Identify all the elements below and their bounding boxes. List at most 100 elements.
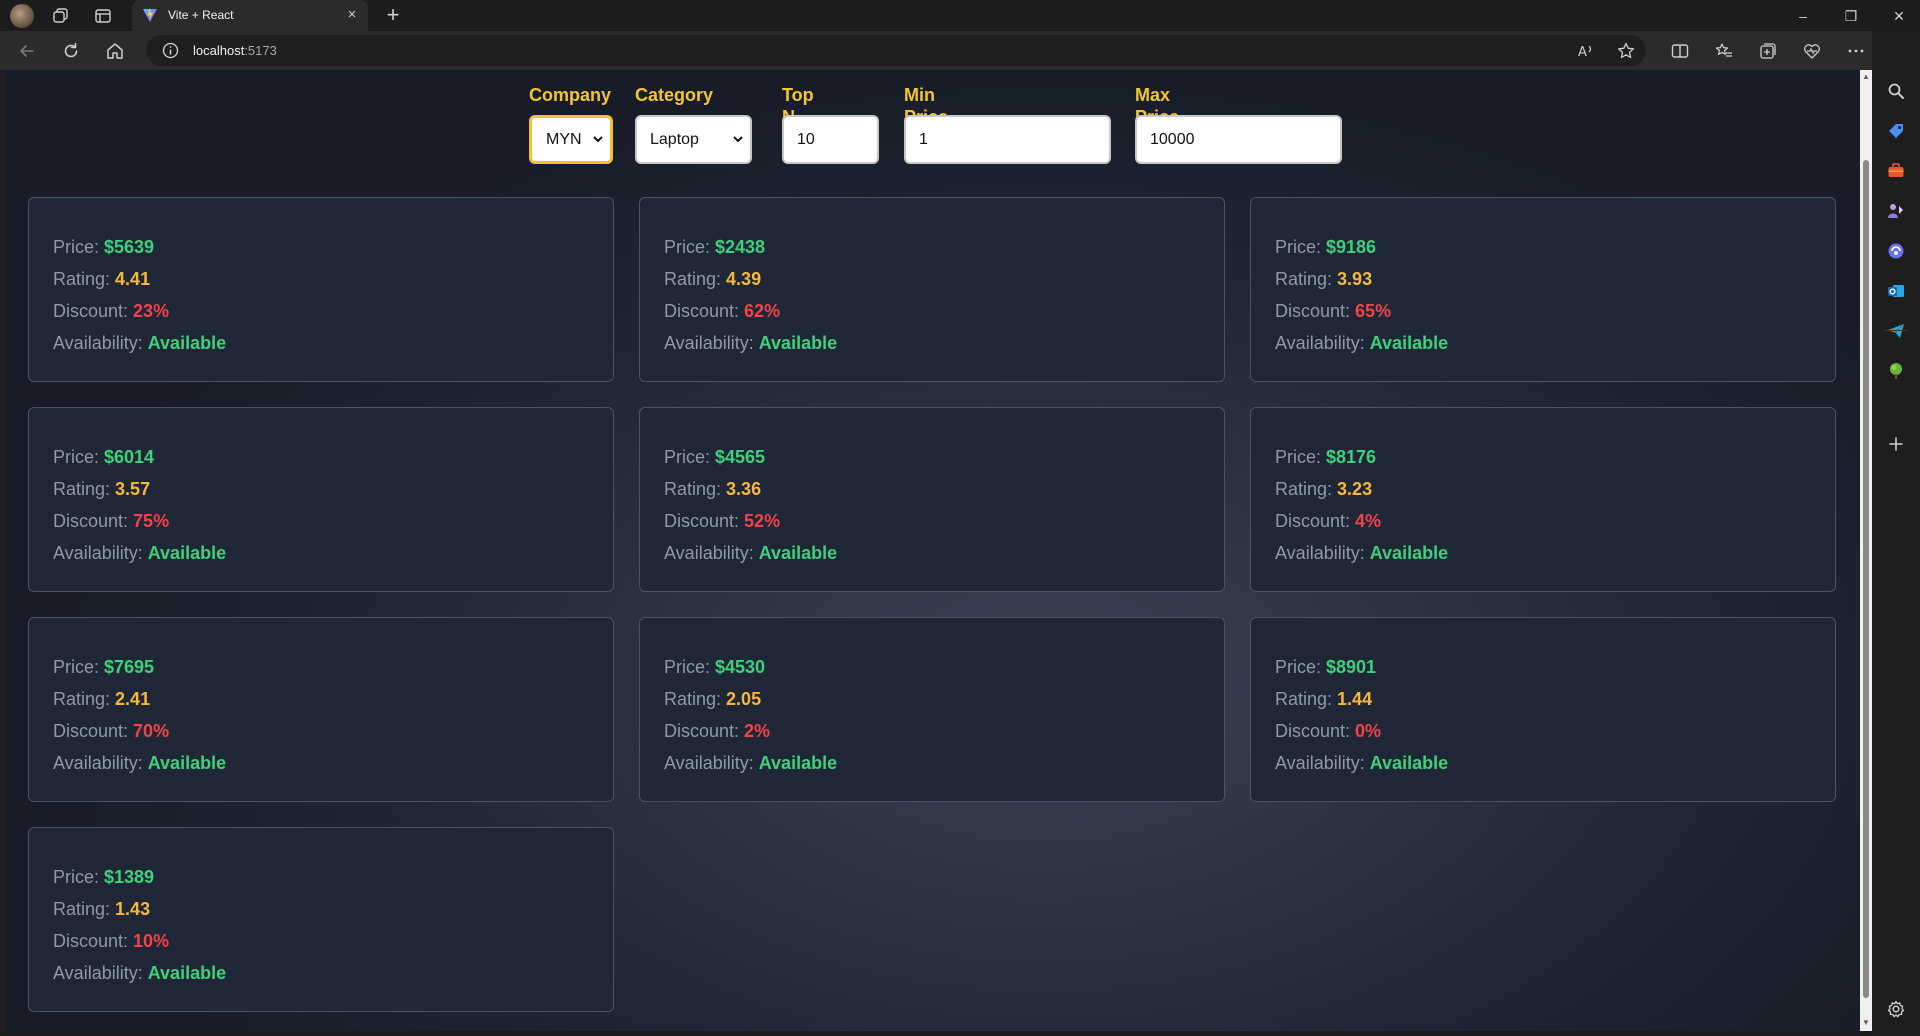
top-n-input[interactable]: 10 (782, 115, 879, 164)
tools-briefcase-icon[interactable] (1886, 161, 1906, 181)
search-icon[interactable] (1886, 81, 1906, 101)
price-row: Price: $8901 (1275, 655, 1448, 687)
edge-sidebar (1872, 31, 1920, 1036)
favorites-icon[interactable] (1714, 41, 1734, 61)
favorite-star-icon[interactable] (1616, 41, 1636, 61)
product-card: Price: $5639 Rating: 4.41 Discount: 23% Ava… (28, 197, 614, 382)
product-card: Price: $1389 Rating: 1.43 Discount: 10% Ava… (28, 827, 614, 1012)
availability-row: Availability: Available (1275, 331, 1448, 363)
product-details: Price: $2438 Rating: 4.39 Discount: 62% Ava… (664, 235, 837, 363)
price-value: $2438 (715, 237, 766, 257)
outlook-icon[interactable] (1886, 281, 1906, 301)
scroll-up-icon[interactable]: ▲ (1861, 72, 1871, 82)
availability-row: Availability: Available (53, 751, 226, 783)
price-value: $6014 (104, 447, 155, 467)
availability-label: Availability: (53, 333, 148, 353)
rating-row: Rating: 2.41 (53, 687, 226, 719)
rating-row: Rating: 2.05 (664, 687, 837, 719)
discount-row: Discount: 52% (664, 509, 837, 541)
price-value: $4530 (715, 657, 766, 677)
product-details: Price: $9186 Rating: 3.93 Discount: 65% Ava… (1275, 235, 1448, 363)
rating-label: Rating: (1275, 689, 1338, 709)
home-icon[interactable] (105, 41, 125, 61)
refresh-icon[interactable] (61, 41, 81, 61)
minimize-button[interactable]: – (1792, 5, 1814, 27)
tab-active[interactable]: Vite + React × (132, 0, 368, 31)
discount-value: 75% (133, 511, 170, 531)
discount-row: Discount: 23% (53, 299, 226, 331)
split-screen-icon[interactable] (1670, 41, 1690, 61)
read-aloud-icon[interactable]: A (1576, 41, 1596, 61)
back-icon[interactable] (17, 41, 37, 61)
min-price-input[interactable]: 1 (904, 115, 1111, 164)
discount-value: 0% (1355, 721, 1382, 741)
page-scrollbar[interactable]: ▲ ▼ (1860, 70, 1872, 1031)
settings-gear-icon[interactable] (1886, 999, 1906, 1019)
availability-row: Availability: Available (664, 751, 837, 783)
max-price-input[interactable]: 10000 (1135, 115, 1342, 164)
close-window-button[interactable]: ✕ (1888, 5, 1910, 27)
product-card: Price: $6014 Rating: 3.57 Discount: 75% Ava… (28, 407, 614, 592)
max-price-value: 10000 (1150, 131, 1195, 148)
rating-value: 3.57 (115, 479, 151, 499)
rating-label: Rating: (53, 689, 116, 709)
rating-label: Rating: (664, 269, 727, 289)
price-label: Price: (664, 657, 716, 677)
collections-icon[interactable] (1758, 41, 1778, 61)
price-row: Price: $5639 (53, 235, 226, 267)
rating-label: Rating: (664, 479, 727, 499)
url-host: localhost (193, 43, 245, 58)
company-label: Company (529, 85, 612, 105)
address-bar[interactable]: localhost:5173 (146, 35, 1646, 66)
add-icon[interactable] (1886, 434, 1906, 454)
price-value: $7695 (104, 657, 155, 677)
rating-row: Rating: 1.43 (53, 897, 226, 929)
tree-icon[interactable] (1886, 361, 1906, 381)
min-price-label: Min Price (904, 85, 948, 127)
rating-value: 3.23 (1337, 479, 1373, 499)
workspaces-icon[interactable] (52, 7, 70, 25)
copilot-app-icon[interactable] (1886, 241, 1906, 261)
price-row: Price: $4530 (664, 655, 837, 687)
max-price-label: Max Price (1135, 85, 1179, 127)
telegram-send-icon[interactable] (1886, 321, 1906, 341)
browser-essentials-icon[interactable] (1802, 41, 1822, 61)
top-n-value: 10 (797, 131, 815, 148)
product-details: Price: $1389 Rating: 1.43 Discount: 10% Ava… (53, 865, 226, 993)
max-price-filter: Max Price 10000 (1135, 84, 1342, 164)
restore-button[interactable]: ❐ (1840, 5, 1862, 27)
scroll-down-icon[interactable]: ▼ (1861, 1018, 1871, 1028)
price-label: Price: (1275, 447, 1327, 467)
availability-value: Available (1369, 753, 1449, 773)
tab-close-icon[interactable]: × (344, 7, 360, 23)
discount-label: Discount: (53, 511, 134, 531)
tab-title: Vite + React (168, 8, 234, 22)
discount-label: Discount: (664, 511, 745, 531)
availability-row: Availability: Available (664, 541, 837, 573)
new-tab-button[interactable]: + (382, 4, 404, 27)
company-select[interactable]: MYN (529, 115, 613, 164)
category-select[interactable]: Laptop (635, 115, 752, 164)
price-value: $5639 (104, 237, 155, 257)
availability-label: Availability: (664, 543, 759, 563)
profile-avatar[interactable] (10, 4, 34, 28)
tab-actions-icon[interactable] (94, 7, 112, 25)
site-info-icon[interactable] (162, 42, 179, 59)
more-menu-icon[interactable] (1846, 41, 1866, 61)
min-price-filter: Min Price 1 (904, 84, 1111, 164)
product-details: Price: $7695 Rating: 2.41 Discount: 70% Ava… (53, 655, 226, 783)
vite-logo-icon (142, 7, 158, 23)
category-label: Category (635, 85, 714, 105)
price-row: Price: $7695 (53, 655, 226, 687)
discount-label: Discount: (53, 931, 134, 951)
discount-value: 2% (744, 721, 771, 741)
discount-row: Discount: 4% (1275, 509, 1448, 541)
price-row: Price: $9186 (1275, 235, 1448, 267)
page-viewport: Company MYN Category Laptop Top N 10 (6, 70, 1860, 1031)
scrollbar-thumb[interactable] (1863, 160, 1869, 998)
top-n-label: Top N (782, 85, 814, 127)
price-label: Price: (664, 237, 716, 257)
shopping-tag-icon[interactable] (1886, 121, 1906, 141)
games-icon[interactable] (1886, 201, 1906, 221)
product-card: Price: $7695 Rating: 2.41 Discount: 70% Ava… (28, 617, 614, 802)
